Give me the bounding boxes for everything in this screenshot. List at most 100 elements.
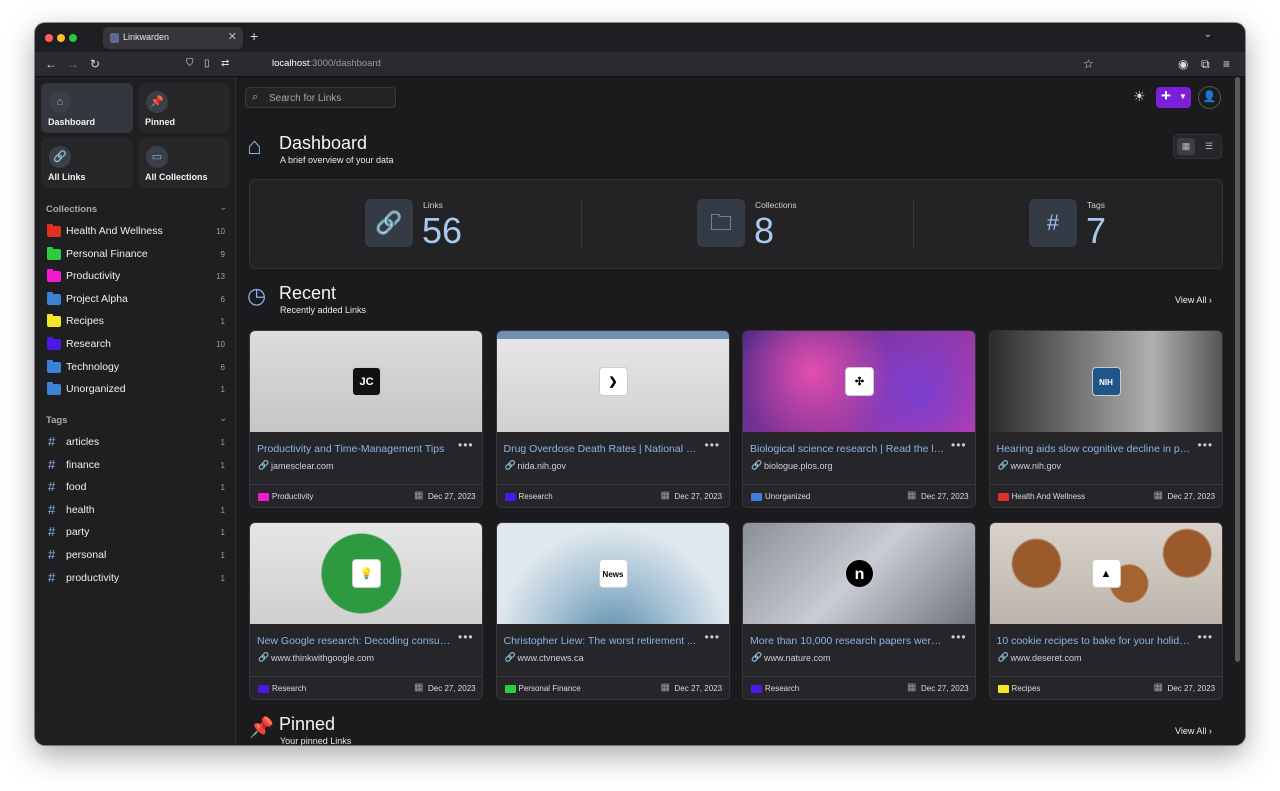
grid-view-icon[interactable]: ▦ — [1177, 138, 1195, 155]
link-collection-name[interactable]: Personal Finance — [519, 684, 581, 693]
divider — [581, 200, 582, 248]
link-collection-name[interactable]: Productivity — [272, 492, 313, 501]
sidebar-tag-item[interactable]: # articles 1 — [46, 433, 227, 453]
link-title[interactable]: Christopher Liew: The worst retirement .… — [504, 635, 699, 647]
link-collection-name[interactable]: Health And Wellness — [1012, 492, 1086, 501]
theme-toggle-sun-icon[interactable]: ☀ — [1133, 88, 1146, 105]
link-card[interactable]: n More than 10,000 research papers were r… — [742, 522, 976, 700]
link-icon: 🔗 — [504, 460, 516, 470]
folder-icon — [47, 359, 61, 373]
more-options-icon[interactable]: ••• — [1198, 630, 1214, 644]
more-options-icon[interactable]: ••• — [951, 438, 967, 452]
sidebar-collection-item[interactable]: Recipes 1 — [46, 312, 227, 332]
link-card[interactable]: ▲ 10 cookie recipes to bake for your holi… — [988, 522, 1223, 700]
more-options-icon[interactable]: ••• — [458, 438, 474, 452]
page-icon[interactable]: ▯ — [204, 58, 210, 69]
sidebar-tag-item[interactable]: # finance 1 — [46, 456, 227, 476]
link-card[interactable]: 💡 New Google research: Decoding consum...… — [249, 522, 483, 700]
sidebar-collection-item[interactable]: Project Alpha 6 — [46, 290, 227, 310]
more-options-icon[interactable]: ••• — [1198, 438, 1214, 452]
tab-list-chevron-icon[interactable]: ⌄ — [1204, 29, 1212, 40]
link-title[interactable]: Biological science research | Read the l… — [750, 443, 945, 455]
browser-tab[interactable]: Linkwarden ✕ — [103, 27, 243, 49]
maximize-window-button[interactable] — [69, 34, 77, 42]
sidebar-collection-item[interactable]: Research 10 — [46, 335, 227, 355]
sidebar-collection-item[interactable]: Health And Wellness 10 — [46, 222, 227, 242]
nav-label: Pinned — [145, 117, 176, 127]
add-new-button[interactable]: + ▼ — [1156, 86, 1191, 108]
sidebar-collection-item[interactable]: Unorganized 1 — [46, 380, 227, 400]
bookmark-star-icon[interactable]: ☆ — [1083, 57, 1094, 71]
link-collection-name[interactable]: Research — [519, 492, 553, 501]
menu-icon[interactable]: ≡ — [1223, 57, 1230, 71]
new-tab-button[interactable]: + — [250, 28, 258, 44]
pinned-view-all-link[interactable]: View All › — [1175, 726, 1212, 736]
sidebar-tag-item[interactable]: # food 1 — [46, 478, 227, 498]
extensions-icon[interactable]: ⧉ — [1201, 57, 1210, 72]
link-title[interactable]: Productivity and Time-Management Tips — [257, 443, 452, 455]
reload-icon[interactable]: ↻ — [90, 57, 100, 71]
forward-icon[interactable]: → — [67, 57, 79, 71]
collection-count: 6 — [220, 294, 225, 304]
sidebar-nav-all-links[interactable]: 🔗 All Links — [41, 138, 133, 188]
chevron-down-icon[interactable]: ⌄ — [219, 202, 227, 213]
link-title[interactable]: Hearing aids slow cognitive decline in p… — [997, 443, 1192, 455]
close-tab-icon[interactable]: ✕ — [228, 30, 237, 43]
address-bar[interactable]: localhost:3000/dashboard — [272, 58, 381, 69]
hash-icon: # — [48, 501, 56, 517]
scrollbar[interactable] — [1235, 77, 1240, 662]
tags-heading[interactable]: Tags — [46, 415, 67, 426]
chevron-down-icon[interactable]: ⌄ — [219, 413, 227, 424]
more-options-icon[interactable]: ••• — [458, 630, 474, 644]
sidebar-nav-all-collections[interactable]: ▭ All Collections — [138, 138, 230, 188]
collections-heading[interactable]: Collections — [46, 204, 97, 215]
link-card[interactable]: NIH Hearing aids slow cognitive decline i… — [988, 330, 1223, 508]
more-options-icon[interactable]: ••• — [705, 438, 721, 452]
search-input[interactable]: ⌕ Search for Links — [245, 87, 396, 108]
link-card[interactable]: ❯ Drug Overdose Death Rates | National In… — [495, 330, 730, 508]
sidebar-collection-item[interactable]: Personal Finance 9 — [46, 245, 227, 265]
link-title[interactable]: New Google research: Decoding consum... — [257, 635, 452, 647]
list-view-icon[interactable]: ☰ — [1200, 138, 1218, 155]
account-icon[interactable]: ◉ — [1178, 57, 1188, 71]
calendar-icon: ▦ — [414, 682, 424, 693]
sidebar-collection-item[interactable]: Technology 6 — [46, 358, 227, 378]
folder-icon — [751, 685, 762, 693]
shield-icon[interactable]: ⛉ — [186, 58, 194, 69]
back-icon[interactable]: ← — [45, 57, 57, 71]
more-options-icon[interactable]: ••• — [951, 630, 967, 644]
sidebar-tag-item[interactable]: # party 1 — [46, 523, 227, 543]
recent-view-all-link[interactable]: View All › — [1175, 295, 1212, 305]
close-window-button[interactable] — [45, 34, 53, 42]
view-all-label: View All — [1175, 295, 1207, 305]
link-title[interactable]: Drug Overdose Death Rates | National Ins… — [504, 443, 699, 455]
sidebar-nav-dashboard[interactable]: ⌂ Dashboard — [41, 83, 133, 133]
sidebar-collection-item[interactable]: Productivity 13 — [46, 267, 227, 287]
permissions-icon[interactable]: ⇄ — [221, 58, 229, 69]
link-card[interactable]: JC Productivity and Time-Management Tips •… — [249, 330, 483, 508]
link-icon: 🔗 — [258, 652, 270, 662]
folder-icon — [504, 493, 516, 501]
link-title[interactable]: 10 cookie recipes to bake for your holid… — [997, 635, 1192, 647]
tag-name: articles — [66, 436, 100, 448]
link-card[interactable]: News Christopher Liew: The worst retireme… — [495, 522, 730, 700]
link-card[interactable]: ✣ Biological science research | Read the … — [742, 330, 976, 508]
more-options-icon[interactable]: ••• — [705, 630, 721, 644]
user-avatar-button[interactable]: 👤 — [1198, 86, 1221, 109]
minimize-window-button[interactable] — [57, 34, 65, 42]
sidebar-tag-item[interactable]: # health 1 — [46, 501, 227, 521]
link-collection-name[interactable]: Research — [272, 684, 306, 693]
link-icon: 🔗 — [751, 460, 763, 470]
link-collection-name[interactable]: Unorganized — [765, 492, 810, 501]
calendar-icon: ▦ — [907, 682, 917, 693]
tag-name: party — [66, 526, 90, 539]
sidebar-tag-item[interactable]: # productivity 1 — [46, 569, 227, 589]
calendar-icon: ▦ — [660, 682, 670, 693]
sidebar-nav-pinned[interactable]: 📌 Pinned — [138, 83, 230, 133]
sidebar-tag-item[interactable]: # personal 1 — [46, 546, 227, 566]
divider — [989, 676, 1222, 677]
main-content: ⌕ Search for Links ☀ + ▼ 👤 ⌂ Dashboard A… — [237, 77, 1240, 745]
link-collection-name[interactable]: Recipes — [1012, 684, 1041, 693]
link-collection-name[interactable]: Research — [765, 684, 799, 693]
link-title[interactable]: More than 10,000 research papers were r.… — [750, 635, 945, 647]
